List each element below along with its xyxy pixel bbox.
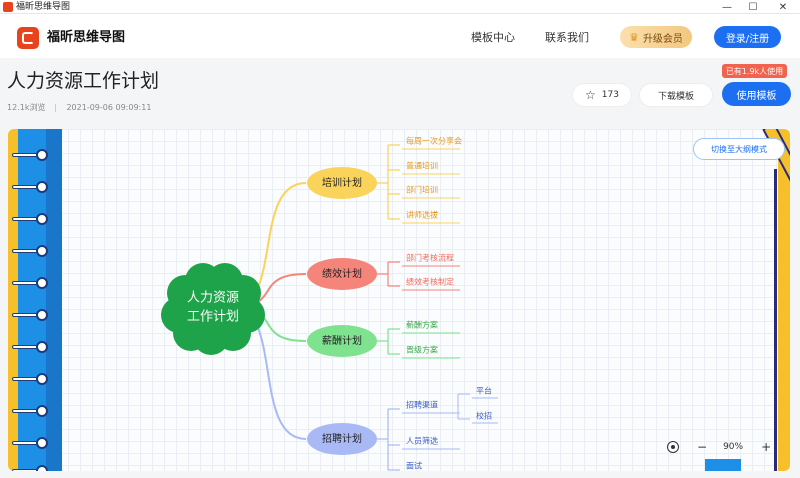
view-count: 12.1k浏览 [7,103,46,112]
like-count: 173 [601,90,619,100]
child-node-label: 部门培训 [406,185,438,195]
grandchild-node-label: 平台 [476,386,492,396]
child-node-label: 薪酬方案 [406,320,438,330]
locate-center-icon[interactable] [667,441,679,453]
like-button[interactable]: ☆ 173 [573,84,631,106]
child-node-label: 部门考核流程 [406,253,454,263]
window-titlebar: 福昕思维导图 — ☐ ✕ [0,0,800,14]
preview-area: 人力资源工作计划 培训计划 每周一次分享会 普通培训部门培训讲师选拔绩效计划 部门考核流… [0,125,800,478]
branch-node-label: 薪酬计划 [322,334,362,347]
app-icon [3,2,13,12]
child-node-label: 面试 [406,461,422,471]
child-node-label: 讲师选拔 [406,210,438,220]
brand-logo-icon[interactable] [17,27,39,49]
window-title: 福昕思维导图 [16,2,71,12]
close-button[interactable]: ✕ [770,0,796,14]
usage-badge: 已有1.9k人使用 [722,64,787,78]
child-node-label: 晋级方案 [406,345,438,355]
upgrade-vip-button[interactable]: ♛ 升级会员 [620,26,692,48]
branch-node-label: 培训计划 [322,176,362,189]
nav-contact[interactable]: 联系我们 [545,28,589,48]
mindmap-canvas[interactable]: 人力资源工作计划 培训计划 每周一次分享会 普通培训部门培训讲师选拔绩效计划 部门考核流… [8,129,790,471]
maximize-button[interactable]: ☐ [740,0,766,14]
grandchild-node-label: 校招 [476,411,492,421]
app-header: 福昕思维导图 模板中心 联系我们 ♛ 升级会员 登录/注册 [0,15,800,58]
child-node-label: 人员筛选 [406,436,438,446]
zoom-controls: − 90% + [663,438,773,456]
brand-name[interactable]: 福昕思维导图 [47,28,125,48]
child-node-label: 招聘渠道 [406,400,438,410]
zoom-out-button[interactable]: − [697,440,707,454]
mindmap-diagram: 人力资源工作计划 培训计划 每周一次分享会普通培训部门培训讲师选拔绩效计划 部门考核流… [161,136,498,471]
download-template-button[interactable]: 下载模板 [640,84,712,106]
template-meta: 12.1k浏览 2021-09-06 09:09:11 [7,102,151,114]
crown-icon: ♛ [629,30,639,44]
page-title: 人力资源工作计划 [7,70,160,92]
child-node-label: 绩效考核制定 [406,277,454,287]
meta-divider [55,103,57,112]
branch-node-label: 招聘计划 [322,432,362,445]
publish-date: 2021-09-06 09:09:11 [66,103,152,112]
root-node-label-line-1: 人力资源 [187,291,239,306]
upgrade-vip-label: 升级会员 [642,33,683,45]
template-info-bar: 人力资源工作计划 12.1k浏览 2021-09-06 09:09:11 已有1.… [0,58,800,125]
login-button[interactable]: 登录/注册 [714,26,781,48]
outline-mode-toggle[interactable]: 切换至大纲模式 [693,138,785,160]
nav-templates[interactable]: 模板中心 [471,28,515,48]
zoom-in-button[interactable]: + [761,440,771,454]
child-node-label: 普通培训 [406,161,438,171]
zoom-level: 90% [723,442,744,452]
root-node-label-line-2: 工作计划 [187,310,239,325]
branch-node-label: 绩效计划 [322,267,362,280]
star-icon: ☆ [585,88,596,102]
use-template-button[interactable]: 使用模板 [722,82,791,106]
minimize-button[interactable]: — [714,0,740,14]
child-node-label: 每周一次分享会 [406,136,462,146]
